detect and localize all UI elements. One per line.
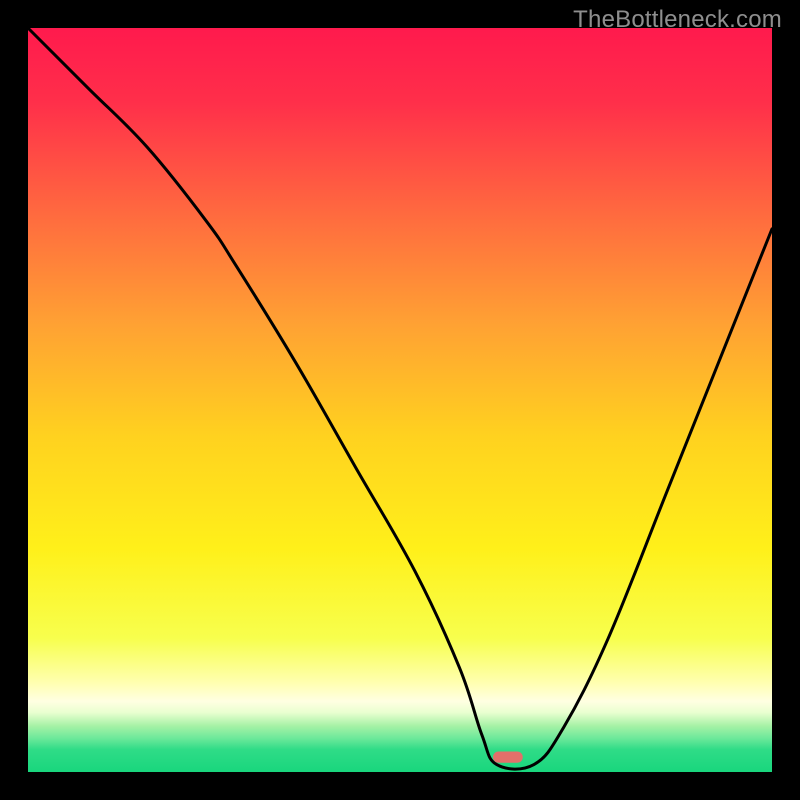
optimal-marker <box>493 752 523 763</box>
watermark-label: TheBottleneck.com <box>573 6 782 34</box>
bottleneck-chart <box>0 0 800 800</box>
chart-frame: TheBottleneck.com <box>0 0 800 800</box>
